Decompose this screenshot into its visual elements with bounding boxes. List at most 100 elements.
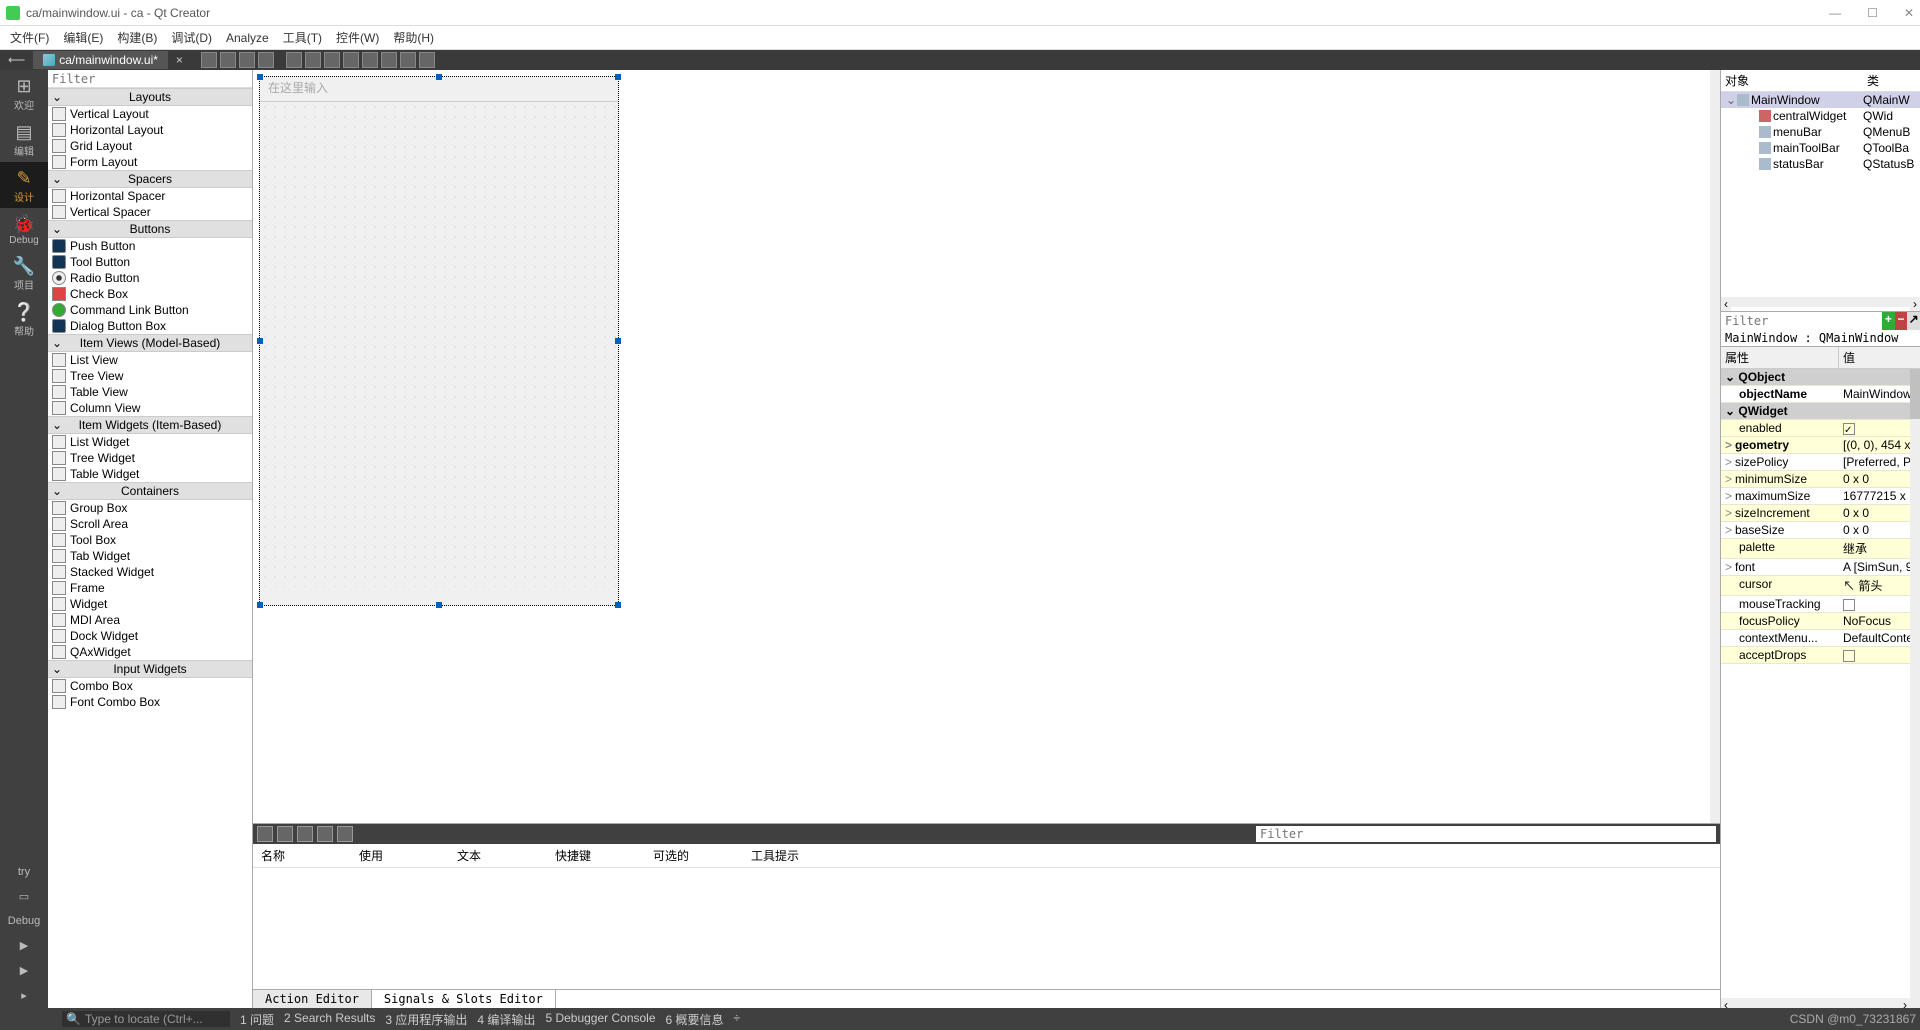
action-filter-input[interactable] — [1256, 826, 1716, 842]
property-row[interactable]: enabled — [1721, 420, 1920, 437]
object-row[interactable]: ⌄MainWindowQMainW — [1721, 92, 1920, 108]
sidenav-bottom-item[interactable]: Debug — [8, 909, 40, 933]
widget-item[interactable]: Scroll Area — [48, 516, 252, 532]
widget-item[interactable]: Check Box — [48, 286, 252, 302]
object-row[interactable]: menuBarQMenuB — [1721, 124, 1920, 140]
nav-back-button[interactable]: ⟵ — [0, 53, 33, 67]
property-row[interactable]: >baseSize0 x 0 — [1721, 522, 1920, 539]
tool-edit-widgets[interactable] — [201, 52, 217, 68]
canvas-scrollbar[interactable] — [1710, 70, 1720, 823]
resize-handle[interactable] — [257, 602, 263, 608]
tab-action-editor[interactable]: Action Editor — [253, 990, 372, 1008]
mode-设计[interactable]: ✎设计 — [0, 162, 48, 208]
resize-handle[interactable] — [257, 338, 263, 344]
property-row[interactable]: objectNameMainWindow — [1721, 386, 1920, 403]
output-tab[interactable]: ÷ — [734, 1011, 741, 1028]
widget-item[interactable]: Radio Button — [48, 270, 252, 286]
widget-item[interactable]: Combo Box — [48, 678, 252, 694]
menu-item[interactable]: 文件(F) — [4, 27, 55, 48]
tool-adjust[interactable] — [419, 52, 435, 68]
widget-item[interactable]: List Widget — [48, 434, 252, 450]
menu-item[interactable]: 控件(W) — [330, 27, 385, 48]
property-row[interactable]: >sizePolicy[Preferred, Pr — [1721, 454, 1920, 471]
object-row[interactable]: statusBarQStatusB — [1721, 156, 1920, 172]
property-editor[interactable]: ⌄ QObjectobjectNameMainWindow⌄ QWidgeten… — [1721, 369, 1920, 1008]
widget-category[interactable]: Buttons — [48, 220, 252, 238]
widget-category[interactable]: Layouts — [48, 88, 252, 106]
resize-handle[interactable] — [436, 74, 442, 80]
widget-item[interactable]: Form Layout — [48, 154, 252, 170]
widget-item[interactable]: Tool Box — [48, 532, 252, 548]
mode-编辑[interactable]: ▤编辑 — [0, 116, 48, 162]
property-add-button[interactable]: + — [1882, 312, 1895, 330]
property-group[interactable]: ⌄ QObject — [1721, 369, 1920, 386]
sidenav-bottom-item[interactable]: ▭ — [19, 884, 29, 909]
minimize-button[interactable]: — — [1829, 6, 1841, 20]
col-value[interactable]: 值 — [1839, 347, 1859, 368]
widget-category[interactable]: Item Views (Model-Based) — [48, 334, 252, 352]
widget-item[interactable]: Dock Widget — [48, 628, 252, 644]
action-new-button[interactable] — [257, 826, 273, 842]
col-class[interactable]: 类 — [1863, 70, 1920, 91]
property-row[interactable]: >maximumSize16777215 x 1 — [1721, 488, 1920, 505]
tool-form[interactable] — [381, 52, 397, 68]
menu-hint[interactable]: 在这里输入 — [268, 79, 328, 96]
widget-category[interactable]: Containers — [48, 482, 252, 500]
action-column[interactable]: 文本 — [449, 844, 547, 867]
property-remove-button[interactable]: − — [1895, 312, 1908, 330]
property-row[interactable]: focusPolicyNoFocus — [1721, 613, 1920, 630]
close-button[interactable]: ✕ — [1904, 6, 1914, 20]
tool-grid[interactable] — [362, 52, 378, 68]
mode-帮助[interactable]: ❔帮助 — [0, 296, 48, 342]
property-filter-input[interactable] — [1721, 312, 1882, 330]
central-widget-area[interactable] — [260, 101, 618, 587]
menu-item[interactable]: Analyze — [220, 29, 275, 47]
property-row[interactable]: cursor↖ 箭头 — [1721, 576, 1920, 596]
widget-item[interactable]: List View — [48, 352, 252, 368]
property-row[interactable]: mouseTracking — [1721, 596, 1920, 613]
menu-item[interactable]: 调试(D) — [165, 27, 218, 48]
resize-handle[interactable] — [615, 338, 621, 344]
widget-category[interactable]: Item Widgets (Item-Based) — [48, 416, 252, 434]
action-delete-button[interactable] — [337, 826, 353, 842]
mode-Debug[interactable]: 🐞Debug — [0, 208, 48, 250]
tab-close-button[interactable]: × — [168, 53, 191, 67]
widget-category[interactable]: Input Widgets — [48, 660, 252, 678]
tool-break[interactable] — [400, 52, 416, 68]
scroll-left[interactable]: ‹ — [1721, 297, 1731, 311]
output-tab[interactable]: 1 问题 — [240, 1011, 274, 1028]
widget-item[interactable]: Font Combo Box — [48, 694, 252, 710]
output-tab[interactable]: 2 Search Results — [284, 1011, 375, 1028]
output-tab[interactable]: 5 Debugger Console — [545, 1011, 655, 1028]
action-column[interactable]: 使用 — [351, 844, 449, 867]
widgetbox-filter-input[interactable] — [48, 70, 252, 88]
action-paste-button[interactable] — [317, 826, 333, 842]
widget-item[interactable]: Frame — [48, 580, 252, 596]
property-row[interactable]: acceptDrops — [1721, 647, 1920, 664]
widget-item[interactable]: Stacked Widget — [48, 564, 252, 580]
sidenav-bottom-item[interactable]: ▶ — [20, 958, 28, 983]
menu-item[interactable]: 编辑(E) — [57, 27, 109, 48]
form-mainwindow[interactable]: 在这里输入 — [259, 76, 619, 606]
hscroll-left[interactable]: ‹ — [1721, 998, 1731, 1008]
tool-vsplit[interactable] — [343, 52, 359, 68]
object-row[interactable]: centralWidgetQWid — [1721, 108, 1920, 124]
action-column[interactable]: 名称 — [253, 844, 351, 867]
output-tab[interactable]: 6 概要信息 — [666, 1011, 724, 1028]
resize-handle[interactable] — [615, 602, 621, 608]
col-property[interactable]: 属性 — [1721, 347, 1839, 368]
file-tab[interactable]: ca/mainwindow.ui* — [33, 51, 168, 69]
widget-item[interactable]: Vertical Spacer — [48, 204, 252, 220]
scroll-track[interactable] — [1731, 297, 1910, 307]
widget-item[interactable]: Tree Widget — [48, 450, 252, 466]
action-column[interactable]: 可选的 — [645, 844, 743, 867]
object-row[interactable]: mainToolBarQToolBa — [1721, 140, 1920, 156]
widget-item[interactable]: Vertical Layout — [48, 106, 252, 122]
action-open-button[interactable] — [277, 826, 293, 842]
widget-item[interactable]: Table View — [48, 384, 252, 400]
tab-signals-slots[interactable]: Signals & Slots Editor — [372, 990, 556, 1008]
tool-vlayout[interactable] — [305, 52, 321, 68]
widget-item[interactable]: Tree View — [48, 368, 252, 384]
property-row[interactable]: >minimumSize0 x 0 — [1721, 471, 1920, 488]
widget-category[interactable]: Spacers — [48, 170, 252, 188]
